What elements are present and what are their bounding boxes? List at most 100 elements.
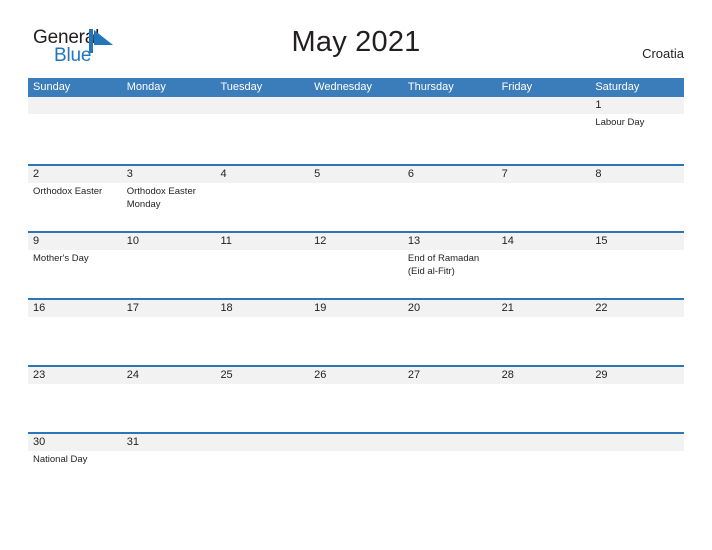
calendar-week-row: 2 Orthodox Easter 3 Orthodox Easter Monday 4… [28,164,684,231]
day-number: 27 [407,369,421,381]
day-cell[interactable]: 13 End of Ramadan (Eid al-Fitr) [403,233,497,298]
holiday-label: Orthodox Easter [33,186,103,197]
day-number: 28 [501,369,514,381]
day-cell[interactable]: 24 [122,367,216,432]
calendar-week-row: 1 Labour Day [28,97,684,164]
day-cell[interactable]: 12 [309,233,403,298]
day-number: 25 [220,369,233,381]
holiday-label: Labour Day [595,117,645,128]
day-cell-empty [590,434,684,499]
calendar-page: General Blue May 2021 Croatia Sunday Mond… [0,0,712,550]
holiday-label: Mother's Day [33,253,89,264]
day-cell[interactable]: 23 [28,367,122,432]
day-cell[interactable]: 10 [122,233,216,298]
calendar-week-row: 30 National Day 31 [28,432,684,499]
day-cell[interactable]: 26 [309,367,403,432]
day-events: Orthodox Easter [33,183,122,199]
day-number: 30 [33,436,46,448]
day-cell[interactable]: 22 [590,300,684,365]
week-cells: 9 Mother's Day 10 11 12 13 End of Ramadan (Eid… [28,233,684,298]
day-cell[interactable]: 17 [122,300,216,365]
day-events: End of Ramadan (Eid al-Fitr) [408,250,497,278]
day-cell[interactable]: 20 [403,300,497,365]
day-cell[interactable]: 30 National Day [28,434,122,499]
calendar-week-row: 23 24 25 26 27 28 29 [28,365,684,432]
day-cell[interactable]: 14 [497,233,591,298]
day-number: 17 [126,302,139,314]
day-cell[interactable]: 11 [215,233,309,298]
week-cells: 23 24 25 26 27 28 29 [28,367,684,432]
day-cell[interactable]: 16 [28,300,122,365]
day-of-week-thursday: Thursday [407,81,454,93]
day-number: 19 [314,302,327,314]
day-cell-empty [215,97,309,164]
day-of-week-sunday: Sunday [33,81,71,93]
day-events: Mother's Day [33,250,122,266]
day-number: 24 [126,369,139,381]
page-title: May 2021 [291,26,421,58]
day-cell[interactable]: 5 [309,166,403,231]
day-cell[interactable]: 3 Orthodox Easter Monday [122,166,216,231]
day-cell[interactable]: 4 [215,166,309,231]
calendar-week-row: 16 17 18 19 20 21 22 [28,298,684,365]
day-of-week-friday: Friday [501,81,533,93]
week-cells: 16 17 18 19 20 21 22 [28,300,684,365]
day-cell-empty [28,97,122,164]
day-cell[interactable]: 8 [590,166,684,231]
day-events: Orthodox Easter Monday [127,183,216,211]
day-cell[interactable]: 27 [403,367,497,432]
day-cell[interactable]: 18 [215,300,309,365]
day-of-week-tuesday: Tuesday [220,81,263,93]
day-number: 7 [501,168,508,180]
holiday-label: End of Ramadan (Eid al-Fitr) [407,253,480,277]
day-of-week-monday: Monday [126,81,166,93]
day-cell[interactable]: 19 [309,300,403,365]
page-header: General Blue May 2021 Croatia [0,0,712,76]
day-number: 2 [33,168,40,180]
country-label: Croatia [642,46,684,61]
day-number: 10 [126,235,139,247]
week-cells: 2 Orthodox Easter 3 Orthodox Easter Monday 4… [28,166,684,231]
calendar-grid: Sunday Monday Tuesday Wednesday Thursday Frid… [28,78,684,499]
week-cells: 1 Labour Day [28,97,684,164]
day-events: National Day [33,451,122,467]
day-number: 21 [501,302,514,314]
day-number: 12 [314,235,327,247]
day-number: 13 [407,235,421,247]
day-cell[interactable]: 6 [403,166,497,231]
day-number: 29 [595,369,608,381]
day-cell[interactable]: 21 [497,300,591,365]
calendar-weeks: 1 Labour Day 2 Orthodox Easter 3 Orthodox Eas… [28,97,684,499]
day-cell-empty [122,97,216,164]
day-events: Labour Day [595,114,684,130]
day-cell[interactable]: 15 [590,233,684,298]
day-number: 26 [314,369,327,381]
day-number: 9 [33,235,40,247]
day-cell[interactable]: 31 [122,434,216,499]
day-cell-empty [403,97,497,164]
day-number: 23 [33,369,46,381]
week-cells: 30 National Day 31 [28,434,684,499]
day-number: 4 [220,168,227,180]
day-cell-empty [403,434,497,499]
day-cell[interactable]: 2 Orthodox Easter [28,166,122,231]
day-number: 6 [407,168,414,180]
day-cell-empty [215,434,309,499]
day-of-week-header: Sunday Monday Tuesday Wednesday Thursday Frid… [28,78,684,97]
day-of-week-saturday: Saturday [595,81,640,93]
day-number: 3 [126,168,133,180]
day-cell-empty [309,434,403,499]
day-number: 8 [595,168,602,180]
day-cell[interactable]: 1 Labour Day [590,97,684,164]
day-number: 20 [407,302,421,314]
day-cell-empty [497,97,591,164]
day-number: 31 [126,436,139,448]
day-cell-empty [497,434,591,499]
day-cell[interactable]: 9 Mother's Day [28,233,122,298]
day-number: 16 [33,302,46,314]
holiday-label: National Day [33,454,88,465]
day-cell[interactable]: 29 [590,367,684,432]
day-cell[interactable]: 25 [215,367,309,432]
day-cell[interactable]: 7 [497,166,591,231]
day-cell[interactable]: 28 [497,367,591,432]
